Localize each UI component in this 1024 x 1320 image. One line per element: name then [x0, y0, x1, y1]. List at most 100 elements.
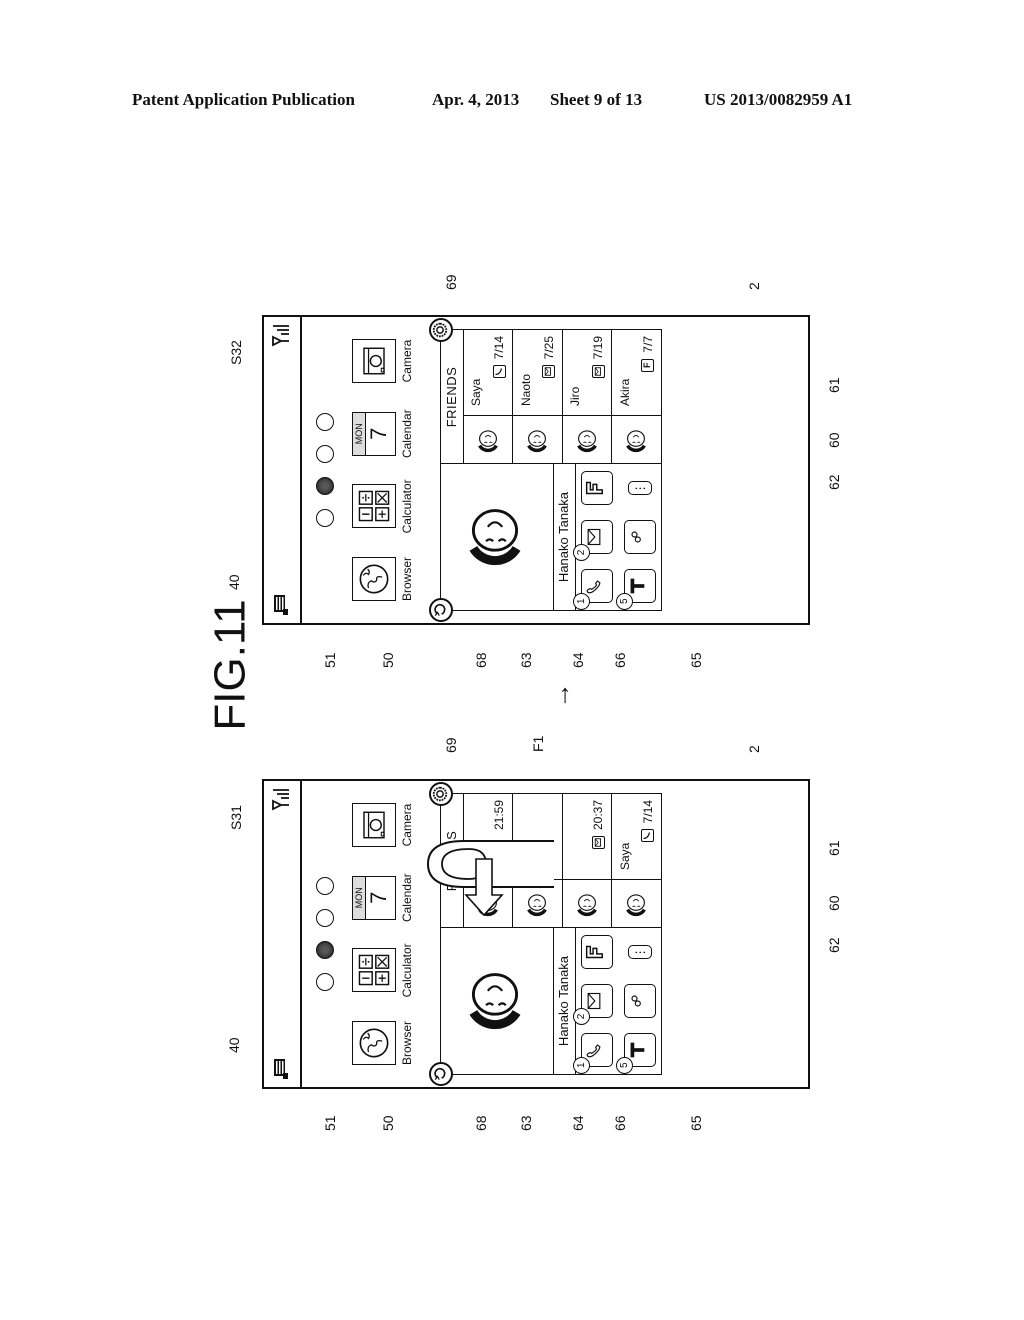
app-row: Browser Calculator MON 7 Calendar Camera: [352, 329, 414, 611]
globe-icon: [352, 1021, 396, 1065]
chat-action-button[interactable]: [623, 520, 656, 555]
sheet-number: Sheet 9 of 13: [550, 90, 643, 109]
friend-list-item[interactable]: Akira F 7/7: [611, 330, 661, 464]
f-icon: [583, 477, 610, 499]
ref-50-s32: 50: [380, 652, 396, 668]
back-button[interactable]: [429, 1062, 453, 1086]
ref-50-s31: 50: [380, 1115, 396, 1131]
ref-68-s31: 68: [473, 1115, 489, 1131]
t-icon: [626, 1039, 653, 1061]
f-action-button[interactable]: [580, 935, 613, 970]
more-action-button[interactable]: ⋮: [627, 945, 652, 960]
ref-61-s31: 61: [826, 840, 842, 856]
app-browser[interactable]: Browser: [352, 547, 414, 611]
calculator-icon: [352, 948, 396, 993]
friend-meta-text: 20:37: [591, 800, 605, 831]
app-camera[interactable]: Camera: [352, 793, 414, 857]
mail-icon: [584, 990, 609, 1012]
friend-list-item[interactable]: 20:37: [562, 794, 612, 928]
notification-badge: 5: [615, 1056, 633, 1074]
mail-action-button[interactable]: 2: [572, 520, 613, 562]
status-bar: [264, 317, 302, 623]
app-calendar[interactable]: MON 7 Calendar: [352, 866, 414, 930]
page-dot[interactable]: [316, 477, 334, 495]
page-dot[interactable]: [316, 509, 334, 527]
friend-last-contact: 7/25: [542, 336, 556, 379]
friend-list-item[interactable]: Saya 7/14: [463, 330, 513, 464]
calendar-icon: MON 7: [352, 875, 396, 920]
mail-icon: [591, 836, 605, 850]
app-label: Calculator: [400, 943, 414, 998]
profile-name: Hanako Tanaka: [553, 928, 576, 1074]
ref-40-s31: 40: [226, 1037, 242, 1053]
more-icon: ⋮: [632, 946, 647, 959]
profile-photo[interactable]: [441, 928, 554, 1074]
phone-icon: [641, 829, 654, 843]
friend-last-contact: 21:59: [492, 800, 506, 830]
page-dot[interactable]: [316, 941, 334, 959]
app-browser[interactable]: Browser: [352, 1011, 414, 1075]
notification-badge: 2: [572, 1008, 590, 1026]
profile-photo[interactable]: [441, 464, 554, 610]
friend-name: Jiro: [568, 386, 582, 406]
app-calendar[interactable]: MON 7 Calendar: [352, 402, 414, 466]
page-dot[interactable]: [316, 445, 334, 463]
ref-65-s31: 65: [688, 1115, 704, 1131]
chat-action-button[interactable]: [623, 984, 656, 1019]
ref-60-s31: 60: [826, 895, 842, 911]
page-dot[interactable]: [316, 973, 334, 991]
swipe-arrow: →: [545, 682, 576, 709]
t-action-button[interactable]: 5: [615, 568, 656, 610]
app-label: Camera: [400, 339, 414, 383]
friend-avatar: [562, 415, 611, 464]
action-buttons: 1 2 5 ⋮: [572, 928, 661, 1074]
phone-action-button[interactable]: 1: [572, 1032, 613, 1074]
friend-last-contact: 7/14: [641, 800, 655, 843]
f-action-button[interactable]: [580, 471, 613, 506]
calendar-date: 7: [366, 427, 391, 440]
ref-63-s32: 63: [518, 652, 534, 668]
friend-last-contact: 7/14: [492, 336, 506, 379]
friend-list-item[interactable]: Saya 7/14: [611, 794, 661, 928]
app-camera[interactable]: Camera: [352, 329, 414, 393]
action-buttons: 1 2 5 ⋮: [572, 464, 661, 610]
signal-icon: [271, 325, 291, 347]
page-dot[interactable]: [316, 909, 334, 927]
status-bar: [264, 781, 302, 1087]
page-dot[interactable]: [316, 413, 334, 431]
contact-panel: Hanako Tanaka 1 2 5 ⋮ FRIENDS Saya 7/14 Nao…: [429, 318, 662, 622]
back-button[interactable]: [429, 598, 453, 622]
settings-button[interactable]: [429, 782, 453, 806]
more-action-button[interactable]: ⋮: [627, 481, 652, 496]
profile-name: Hanako Tanaka: [553, 464, 576, 610]
mail-icon: [584, 526, 609, 548]
friend-list-item[interactable]: Jiro 7/19: [562, 330, 612, 464]
profile-card: Hanako Tanaka 1 2 5 ⋮: [441, 927, 661, 1074]
face-icon: [459, 498, 536, 570]
app-row: Browser Calculator MON 7 Calendar Camera: [352, 793, 414, 1075]
friend-name: Akira: [617, 378, 632, 406]
camera-icon: [352, 803, 396, 848]
mail-icon: [591, 365, 605, 379]
mail-action-button[interactable]: 2: [572, 984, 613, 1026]
friend-last-contact: 7/19: [591, 336, 605, 379]
friend-list-item[interactable]: Naoto 7/25: [512, 330, 563, 464]
notification-badge: 1: [572, 1056, 590, 1074]
page-dot[interactable]: [316, 877, 334, 895]
friend-name: Saya: [617, 842, 632, 870]
app-calculator[interactable]: Calculator: [352, 474, 414, 538]
calendar-icon: MON 7: [352, 411, 396, 456]
friends-title: FRIENDS: [441, 330, 464, 464]
settings-button[interactable]: [429, 318, 453, 342]
t-action-button[interactable]: 5: [615, 1032, 656, 1074]
phone-action-button[interactable]: 1: [572, 568, 613, 610]
app-label: Calendar: [400, 873, 414, 923]
friend-name: Naoto: [518, 373, 533, 406]
friend-avatar: [611, 879, 661, 928]
calendar-date: 7: [366, 891, 391, 904]
friend-meta-text: 7/7: [640, 336, 655, 353]
globe-icon: [352, 557, 396, 601]
app-calculator[interactable]: Calculator: [352, 938, 414, 1002]
app-label: Calculator: [400, 479, 414, 534]
back-icon: [432, 602, 451, 618]
